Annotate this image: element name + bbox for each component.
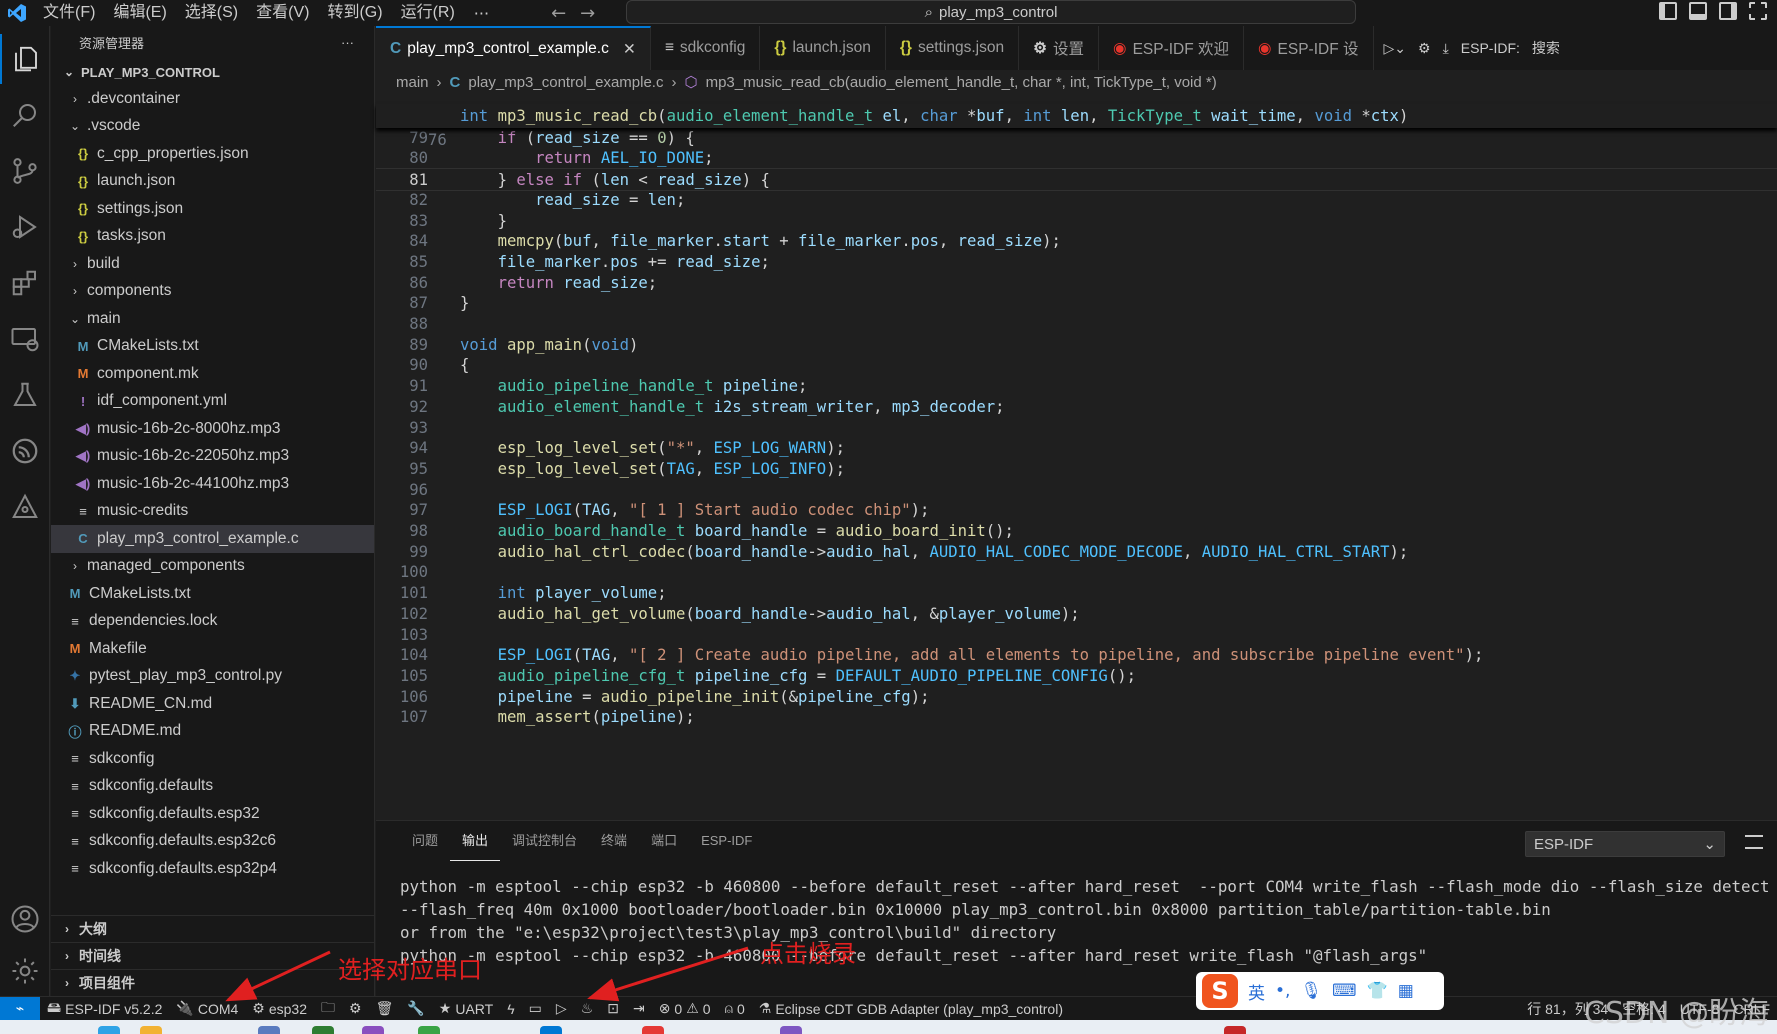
- ime-mode-label[interactable]: 英: [1248, 979, 1265, 1004]
- microphone-icon[interactable]: 🎙: [1300, 981, 1322, 1001]
- port-annotation-arrow: [225, 950, 331, 1002]
- flash-annotation-arrow: [587, 946, 749, 1002]
- keyboard-icon[interactable]: ⌨: [1332, 981, 1357, 1001]
- ime-toolbar[interactable]: S 英 •, 🎙 ⌨ 👕 ▦: [1196, 972, 1444, 1010]
- sogou-logo-icon: S: [1202, 974, 1238, 1008]
- flash-annotation-text: 点击烧录: [760, 940, 856, 968]
- grid-menu-icon[interactable]: ▦: [1398, 981, 1414, 1001]
- csdn-watermark: CSDN @盼海: [1583, 996, 1769, 1031]
- port-annotation-text: 选择对应串口: [338, 956, 482, 984]
- annotation-arrows: [225, 946, 749, 1002]
- punctuation-icon[interactable]: •,: [1275, 981, 1290, 1001]
- skin-icon[interactable]: 👕: [1367, 981, 1388, 1001]
